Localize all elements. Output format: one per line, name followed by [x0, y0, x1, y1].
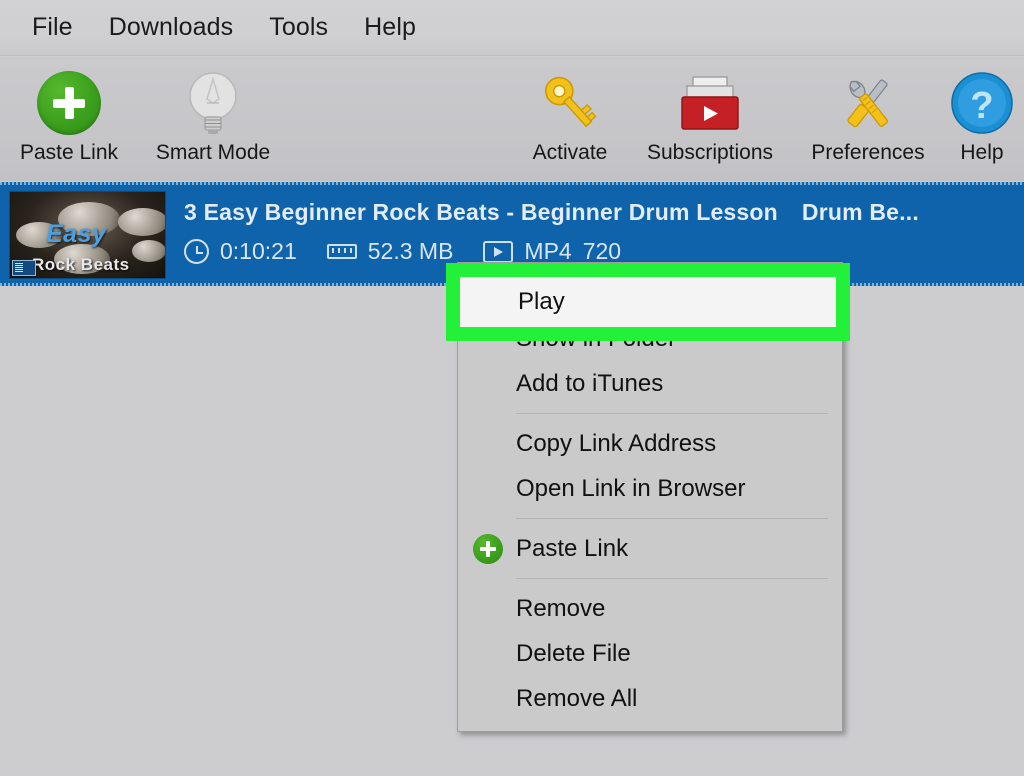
- menubar-item-tools[interactable]: Tools: [251, 11, 346, 44]
- clock-icon: [184, 239, 209, 264]
- menubar-item-downloads[interactable]: Downloads: [91, 11, 252, 44]
- question-mark-icon: ?: [917, 67, 1024, 139]
- format-value: MP4: [524, 238, 571, 265]
- context-menu-item-paste-link[interactable]: Paste Link: [458, 526, 842, 571]
- metadata-size: 52.3 MB: [327, 238, 454, 265]
- context-menu-label-remove: Remove: [516, 595, 605, 623]
- toolbar-label-activate: Activate: [505, 141, 635, 165]
- context-menu-label-delete-file: Delete File: [516, 640, 631, 668]
- toolbar: Paste Link Smart Mode: [0, 57, 1024, 181]
- file-size-icon: [327, 244, 357, 259]
- subscriptions-icon: [645, 67, 775, 139]
- context-menu-item-remove[interactable]: Remove: [458, 586, 842, 631]
- download-title-main: 3 Easy Beginner Rock Beats - Beginner Dr…: [184, 199, 778, 225]
- context-menu-separator-1: [516, 413, 828, 414]
- green-plus-icon: [470, 531, 506, 567]
- download-title-suffix: Drum Be...: [802, 199, 919, 225]
- highlighted-menu-item-play[interactable]: Play: [460, 277, 836, 327]
- thumbnail-badge-icon: [12, 260, 36, 276]
- video-thumbnail[interactable]: Easy Rock Beats: [9, 191, 166, 279]
- green-plus-icon: [4, 67, 134, 139]
- key-icon: [505, 67, 635, 139]
- download-metadata: 0:10:21 52.3 MB MP4 720: [184, 238, 651, 265]
- toolbar-label-paste-link: Paste Link: [4, 141, 134, 165]
- metadata-duration: 0:10:21: [184, 238, 297, 265]
- tools-icon: [803, 67, 933, 139]
- highlighted-menu-item-label: Play: [518, 288, 565, 316]
- svg-text:?: ?: [970, 85, 993, 127]
- context-menu-label-add-to-itunes: Add to iTunes: [516, 370, 663, 398]
- context-menu-label-open-link-in-browser: Open Link in Browser: [516, 475, 745, 503]
- toolbar-label-preferences: Preferences: [803, 141, 933, 165]
- toolbar-button-subscriptions[interactable]: Subscriptions: [645, 67, 775, 165]
- context-menu-item-remove-all[interactable]: Remove All: [458, 676, 842, 721]
- context-menu-label-paste-link: Paste Link: [516, 535, 628, 563]
- toolbar-label-subscriptions: Subscriptions: [645, 141, 775, 165]
- toolbar-button-smart-mode[interactable]: Smart Mode: [148, 67, 278, 165]
- thumbnail-text-line1: Easy: [46, 220, 106, 249]
- download-title: 3 Easy Beginner Rock Beats - Beginner Dr…: [184, 199, 919, 226]
- context-menu-separator-2: [516, 518, 828, 519]
- row-focus-border-top: [0, 182, 1024, 185]
- toolbar-label-smart-mode: Smart Mode: [148, 141, 278, 165]
- context-menu-label-remove-all: Remove All: [516, 685, 637, 713]
- context-menu-item-copy-link-address[interactable]: Copy Link Address: [458, 421, 842, 466]
- context-menu-separator-3: [516, 578, 828, 579]
- video-format-icon: [483, 241, 513, 263]
- quality-value: 720: [583, 238, 621, 265]
- menubar-item-help[interactable]: Help: [346, 11, 434, 44]
- menubar-item-file[interactable]: File: [14, 11, 91, 44]
- duration-value: 0:10:21: [220, 238, 297, 265]
- context-menu-item-delete-file[interactable]: Delete File: [458, 631, 842, 676]
- context-menu-item-add-to-itunes[interactable]: Add to iTunes: [458, 361, 842, 406]
- annotation-highlight-play: Play: [446, 263, 850, 341]
- toolbar-label-help: Help: [917, 141, 1024, 165]
- context-menu-label-copy-link-address: Copy Link Address: [516, 430, 716, 458]
- toolbar-button-help[interactable]: ? Help: [917, 67, 1024, 165]
- thumbnail-text-line2: Rock Beats: [32, 255, 130, 275]
- size-value: 52.3 MB: [368, 238, 454, 265]
- context-menu-item-open-link-in-browser[interactable]: Open Link in Browser: [458, 466, 842, 511]
- metadata-format: MP4 720: [483, 238, 621, 265]
- toolbar-button-preferences[interactable]: Preferences: [803, 67, 933, 165]
- menubar: File Downloads Tools Help: [0, 0, 1024, 56]
- lightbulb-icon: [148, 67, 278, 139]
- toolbar-button-activate[interactable]: Activate: [505, 67, 635, 165]
- toolbar-button-paste-link[interactable]: Paste Link: [4, 67, 134, 165]
